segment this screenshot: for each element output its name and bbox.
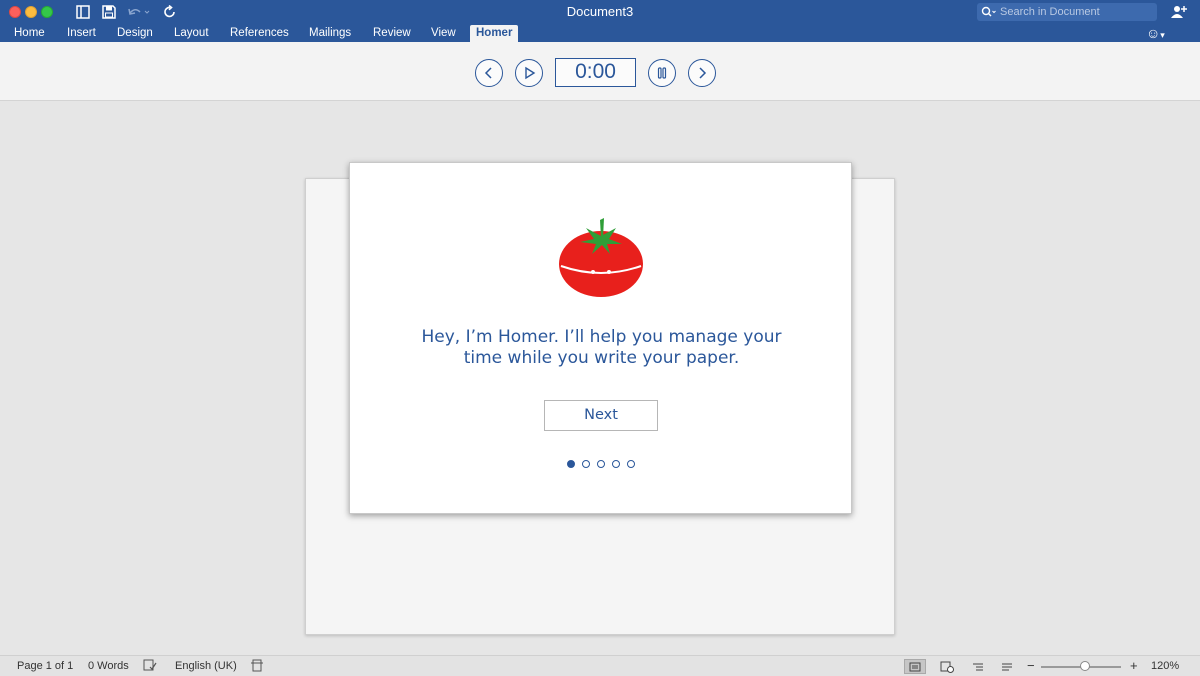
- timer-display: 0:00: [555, 58, 636, 87]
- play-button[interactable]: [515, 59, 543, 87]
- step-dot-5[interactable]: [627, 460, 635, 468]
- tab-view[interactable]: View: [431, 25, 456, 42]
- word-count[interactable]: 0 Words: [88, 660, 129, 672]
- welcome-line-2: time while you write your paper.: [463, 348, 740, 368]
- play-icon: [525, 66, 536, 80]
- feedback-smiley-icon[interactable]: ☺▾: [1146, 25, 1165, 43]
- tab-insert[interactable]: Insert: [67, 25, 96, 42]
- next-button[interactable]: Next: [544, 400, 658, 431]
- tab-mailings[interactable]: Mailings: [309, 25, 351, 42]
- share-person-icon[interactable]: [1170, 3, 1188, 21]
- homer-welcome-dialog: Hey, I’m Homer. I’ll help you manage you…: [349, 162, 852, 514]
- tab-layout[interactable]: Layout: [174, 25, 209, 42]
- step-dot-3[interactable]: [597, 460, 605, 468]
- welcome-line-1: Hey, I’m Homer. I’ll help you manage you…: [421, 327, 782, 347]
- print-layout-view-icon[interactable]: [904, 659, 926, 674]
- tab-references[interactable]: References: [230, 25, 289, 42]
- step-dot-4[interactable]: [612, 460, 620, 468]
- next-icon: [699, 67, 707, 79]
- tab-review[interactable]: Review: [373, 25, 411, 42]
- search-icon: [981, 6, 996, 17]
- title-bar: Document3: [0, 0, 1200, 24]
- language-indicator[interactable]: English (UK): [175, 660, 237, 672]
- zoom-out-icon[interactable]: −: [1027, 658, 1035, 673]
- tomato-logo-icon: [559, 218, 643, 297]
- draft-view-icon[interactable]: [996, 659, 1018, 674]
- zoom-in-icon[interactable]: +: [1130, 658, 1138, 673]
- zoom-slider-handle[interactable]: [1080, 661, 1090, 671]
- search-box[interactable]: [977, 3, 1157, 21]
- welcome-message: Hey, I’m Homer. I’ll help you manage you…: [370, 327, 833, 369]
- page-count[interactable]: Page 1 of 1: [17, 660, 73, 672]
- next-step-button[interactable]: [688, 59, 716, 87]
- outline-view-icon[interactable]: [967, 659, 989, 674]
- previous-icon: [484, 67, 492, 79]
- tab-design[interactable]: Design: [117, 25, 153, 42]
- step-dot-2[interactable]: [582, 460, 590, 468]
- pause-icon: [657, 67, 667, 79]
- previous-button[interactable]: [475, 59, 503, 87]
- ribbon-tab-bar: Home Insert Design Layout References Mai…: [0, 24, 1200, 42]
- tab-home[interactable]: Home: [14, 25, 45, 42]
- tab-homer[interactable]: Homer: [470, 25, 519, 42]
- homer-ribbon: 0:00: [0, 42, 1200, 101]
- proofing-icon[interactable]: [143, 659, 157, 675]
- step-indicator: [567, 460, 637, 470]
- pause-button[interactable]: [648, 59, 676, 87]
- macro-record-icon[interactable]: [251, 659, 263, 675]
- zoom-level[interactable]: 120%: [1151, 660, 1179, 672]
- status-bar: Page 1 of 1 0 Words English (UK) − + 120…: [0, 655, 1200, 676]
- web-layout-view-icon[interactable]: [936, 659, 958, 674]
- step-dot-1[interactable]: [567, 460, 575, 468]
- search-input[interactable]: [1000, 6, 1150, 18]
